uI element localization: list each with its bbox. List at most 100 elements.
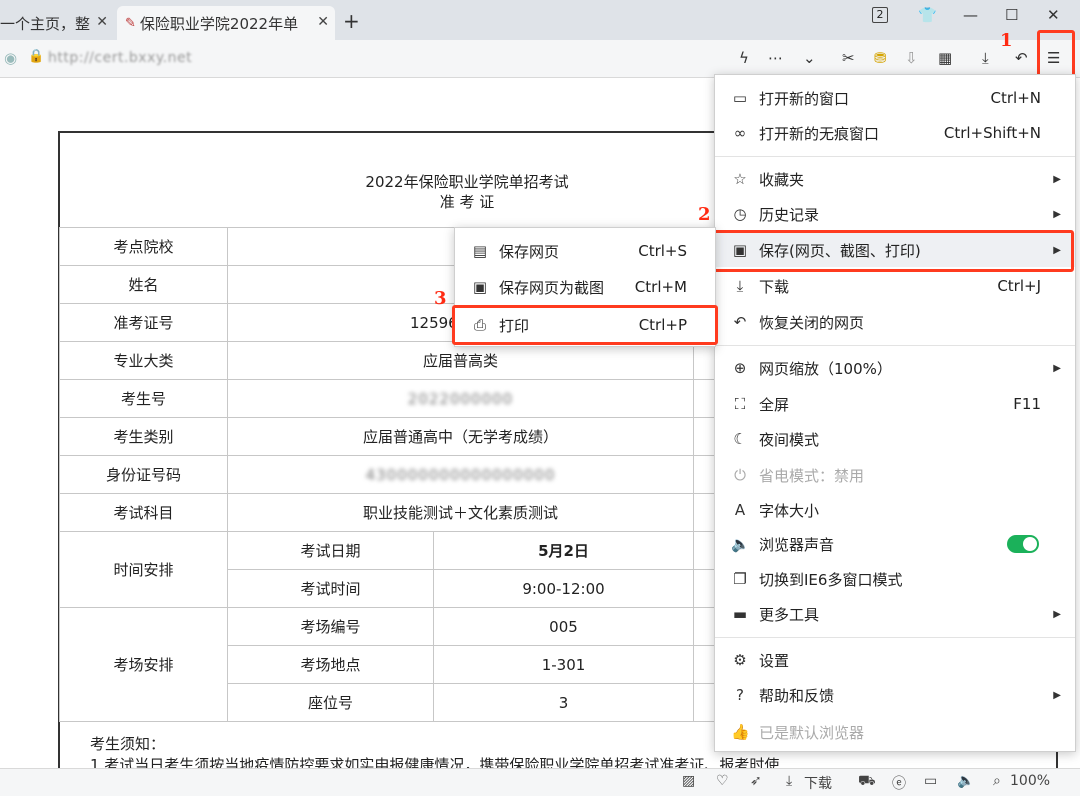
chevron-right-icon: ▶ xyxy=(1053,208,1061,220)
toolbox-icon: ▬ xyxy=(732,605,748,623)
cell-value: 1-301 xyxy=(433,645,694,684)
menu-item-font-size[interactable]: A 字体大小 xyxy=(715,493,1075,527)
ie-icon[interactable]: ⓔ xyxy=(892,773,906,793)
cell-label: 姓名 xyxy=(59,265,228,304)
image-icon[interactable]: ▨ xyxy=(682,773,695,789)
tab-label: 一个主页，整 xyxy=(0,14,91,33)
help-icon: ? xyxy=(736,686,744,704)
menu-item-favorites[interactable]: ☆ 收藏夹 ▶ xyxy=(715,162,1075,196)
status-download-label[interactable]: 下载 xyxy=(804,773,832,793)
moon-icon: ☾ xyxy=(733,430,747,448)
undo-icon[interactable]: ↶ xyxy=(1015,49,1028,67)
menu-item-night-mode[interactable]: ☾ 夜间模式 xyxy=(715,422,1075,456)
menu-item-label: 浏览器声音 xyxy=(759,535,835,554)
speaker-icon[interactable]: 🔈 xyxy=(957,773,974,789)
window-icon[interactable]: ▭ xyxy=(924,773,937,789)
menu-item-label: 设置 xyxy=(759,651,790,670)
cell-value: 应届普高类 xyxy=(227,341,694,380)
menu-item-download[interactable]: ⤓ 下载 Ctrl+J xyxy=(715,269,1075,303)
menu-item-settings[interactable]: ⚙ 设置 xyxy=(715,643,1075,677)
step-2-label: 2 xyxy=(698,204,711,225)
chevron-right-icon: ▶ xyxy=(1053,608,1061,620)
url-field[interactable]: http://cert.bxxy.net xyxy=(48,50,192,66)
highlight-menu-button xyxy=(1037,30,1075,78)
lock-icon[interactable]: 🔒 xyxy=(28,49,44,64)
cell-value: 应届普通高中（无学考成绩） xyxy=(227,417,694,456)
close-icon[interactable]: ✕ xyxy=(317,14,329,30)
window-icon: ▭ xyxy=(732,89,748,107)
heart-icon[interactable]: ♡ xyxy=(716,773,729,789)
cell-label: 考试时间 xyxy=(227,569,434,608)
zoom-icon[interactable]: ⌕ xyxy=(993,773,1001,789)
zoom-level[interactable]: 100% xyxy=(1010,773,1050,789)
menu-item-label: 字体大小 xyxy=(759,501,820,520)
tab-count-badge[interactable]: 2 xyxy=(872,7,888,23)
scissors-icon[interactable]: ✂ xyxy=(842,49,855,67)
menu-item-label: 下载 xyxy=(759,277,790,296)
menu-item-label: 夜间模式 xyxy=(759,430,820,449)
menu-shortcut: Ctrl+Shift+N xyxy=(943,124,1041,142)
sound-toggle[interactable] xyxy=(1007,535,1039,553)
close-window-icon[interactable]: ✕ xyxy=(1047,6,1060,24)
maximize-icon[interactable]: ☐ xyxy=(1005,6,1018,24)
zoom-icon: ⊕ xyxy=(733,359,747,377)
rocket-icon[interactable]: ➶ xyxy=(750,773,762,789)
close-icon[interactable]: ✕ xyxy=(96,14,108,30)
cell-label: 考试科目 xyxy=(59,493,228,532)
menu-item-zoom[interactable]: ⊕ 网页缩放（100%） ▶ xyxy=(715,351,1075,385)
gear-icon: ⚙ xyxy=(733,651,747,669)
download-arrow-icon[interactable]: ⇩ xyxy=(905,49,918,67)
submenu-item-save-screenshot[interactable]: ▣ 保存网页为截图 Ctrl+M xyxy=(455,270,715,304)
fullscreen-icon: ⛶ xyxy=(734,395,746,413)
menu-item-history[interactable]: ◷ 历史记录 ▶ xyxy=(715,197,1075,231)
translate-icon[interactable]: ⛃ xyxy=(874,49,887,67)
chevron-right-icon: ▶ xyxy=(1053,173,1061,185)
highlight-save-item xyxy=(708,230,1074,272)
apps-icon[interactable]: ▦ xyxy=(938,49,952,67)
shirt-icon[interactable]: 👕 xyxy=(918,6,937,24)
cell-label: 专业大类 xyxy=(59,341,228,380)
redacted-value: 430000000000000000 xyxy=(365,465,556,484)
chevron-down-icon[interactable]: ⌄ xyxy=(803,49,816,67)
menu-item-incognito[interactable]: ∞ 打开新的无痕窗口 Ctrl+Shift+N xyxy=(715,116,1075,150)
menu-divider xyxy=(715,345,1075,346)
tab-label: 保险职业学院2022年单 xyxy=(139,14,299,33)
cell-label: 考场地点 xyxy=(227,645,434,684)
download-icon[interactable]: ⤓ xyxy=(786,773,792,789)
notice-line: 1.考试当日考生须按当地疫情防控要求如实申报健康情况，携带保险职业学院单招考试准… xyxy=(90,756,780,768)
favicon-icon: ✎ xyxy=(125,15,136,31)
cell-label: 考生号 xyxy=(59,379,228,418)
cell-value: 9:00-12:00 xyxy=(433,569,694,608)
cell-label: 考点院校 xyxy=(59,227,228,266)
tab-current[interactable]: ✎ 保险职业学院2022年单 ✕ xyxy=(117,6,335,40)
car-icon[interactable]: ⛟ xyxy=(858,773,876,791)
cell-value: 3 xyxy=(433,683,694,722)
notice-title: 考生须知： xyxy=(90,735,166,753)
menu-item-sound[interactable]: 🔈 浏览器声音 xyxy=(715,527,1075,561)
menu-item-label: 打开新的无痕窗口 xyxy=(759,124,880,143)
main-menu: ▭ 打开新的窗口 Ctrl+N ∞ 打开新的无痕窗口 Ctrl+Shift+N … xyxy=(714,74,1076,752)
new-tab-button[interactable]: + xyxy=(343,9,360,33)
cell-value: 005 xyxy=(433,607,694,646)
more-icon[interactable]: ⋯ xyxy=(768,49,783,67)
menu-item-help[interactable]: ? 帮助和反馈 ▶ xyxy=(715,678,1075,712)
menu-item-fullscreen[interactable]: ⛶ 全屏 F11 xyxy=(715,387,1075,421)
menu-shortcut: F11 xyxy=(1013,395,1041,413)
download-icon[interactable]: ⤓ xyxy=(982,49,989,67)
minimize-icon[interactable]: — xyxy=(963,6,978,24)
ie-window-icon: ❐ xyxy=(733,570,747,588)
menu-item-more-tools[interactable]: ▬ 更多工具 ▶ xyxy=(715,597,1075,631)
cell-value: 2022000000 xyxy=(227,379,694,418)
menu-divider xyxy=(715,156,1075,157)
status-bar: ▨ ♡ ➶ ⤓ 下载 ⛟ ⓔ ▭ 🔈 ⌕ 100% xyxy=(0,768,1080,796)
menu-item-ie6-mode[interactable]: ❐ 切换到IE6多窗口模式 xyxy=(715,562,1075,596)
lightning-icon[interactable]: ϟ xyxy=(739,49,749,67)
menu-item-label: 保存网页 xyxy=(499,242,560,261)
submenu-item-save-page[interactable]: ▤ 保存网页 Ctrl+S xyxy=(455,234,715,268)
tab-home[interactable]: 一个主页，整 ✕ xyxy=(0,6,114,40)
menu-item-restore[interactable]: ↶ 恢复关闭的网页 xyxy=(715,305,1075,339)
menu-item-new-window[interactable]: ▭ 打开新的窗口 Ctrl+N xyxy=(715,81,1075,115)
step-1-label: 1 xyxy=(1000,30,1013,51)
screenshot-icon: ▣ xyxy=(472,278,488,296)
star-icon: ☆ xyxy=(733,170,747,188)
